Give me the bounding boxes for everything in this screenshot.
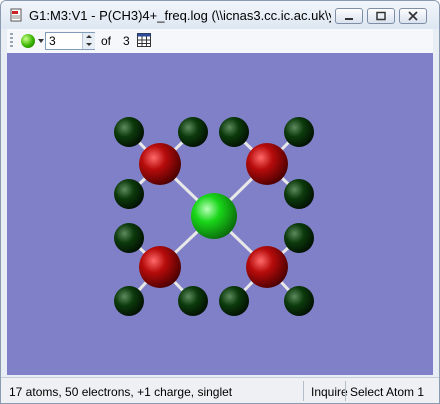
hydrogen-atom[interactable]	[114, 223, 144, 253]
frame-stepper[interactable]	[45, 32, 95, 50]
carbon-atom[interactable]	[139, 143, 181, 185]
maximize-button[interactable]	[367, 8, 395, 24]
frame-count: 3	[123, 34, 130, 48]
mouse-mode-label: Inquire	[311, 385, 348, 399]
frame-table-icon[interactable]	[137, 33, 151, 47]
minimize-icon	[345, 18, 353, 20]
hydrogen-atom[interactable]	[284, 117, 314, 147]
close-icon	[408, 11, 418, 21]
spin-up-icon[interactable]	[82, 33, 95, 41]
spin-down-icon[interactable]	[82, 41, 95, 49]
phosphorus-atom[interactable]	[191, 193, 237, 239]
carbon-atom[interactable]	[139, 246, 181, 288]
hydrogen-atom[interactable]	[219, 117, 249, 147]
hydrogen-atom[interactable]	[284, 223, 314, 253]
status-bar: 17 atoms, 50 electrons, +1 charge, singl…	[1, 377, 439, 403]
window-title: G1:M3:V1 - P(CH3)4+_freq.log (\\icnas3.c…	[29, 8, 331, 23]
hydrogen-atom[interactable]	[114, 286, 144, 316]
document-icon	[10, 8, 22, 22]
atom-ball-icon[interactable]	[21, 34, 35, 48]
dropdown-arrow-icon[interactable]	[38, 39, 44, 43]
hydrogen-atom[interactable]	[114, 117, 144, 147]
hydrogen-atom[interactable]	[114, 179, 144, 209]
carbon-atom[interactable]	[246, 143, 288, 185]
hydrogen-atom[interactable]	[219, 286, 249, 316]
hydrogen-atom[interactable]	[284, 179, 314, 209]
status-divider	[303, 381, 304, 401]
selection-label: Select Atom 1	[350, 385, 425, 399]
frame-toolbar: of 3	[7, 29, 433, 54]
molecule-viewport[interactable]	[7, 53, 433, 375]
close-button[interactable]	[399, 8, 427, 24]
maximize-icon	[376, 11, 386, 21]
molecule-summary: 17 atoms, 50 electrons, +1 charge, singl…	[9, 385, 233, 399]
status-divider	[345, 381, 346, 401]
toolbar-grip-icon[interactable]	[10, 33, 13, 49]
hydrogen-atom[interactable]	[178, 286, 208, 316]
hydrogen-atom[interactable]	[178, 117, 208, 147]
frame-input[interactable]	[47, 34, 83, 48]
of-label: of	[101, 34, 112, 48]
minimize-button[interactable]	[335, 8, 363, 24]
hydrogen-atom[interactable]	[284, 286, 314, 316]
carbon-atom[interactable]	[246, 246, 288, 288]
molecule-view[interactable]	[7, 53, 433, 375]
application-window: G1:M3:V1 - P(CH3)4+_freq.log (\\icnas3.c…	[0, 0, 440, 404]
title-bar[interactable]: G1:M3:V1 - P(CH3)4+_freq.log (\\icnas3.c…	[1, 1, 439, 29]
